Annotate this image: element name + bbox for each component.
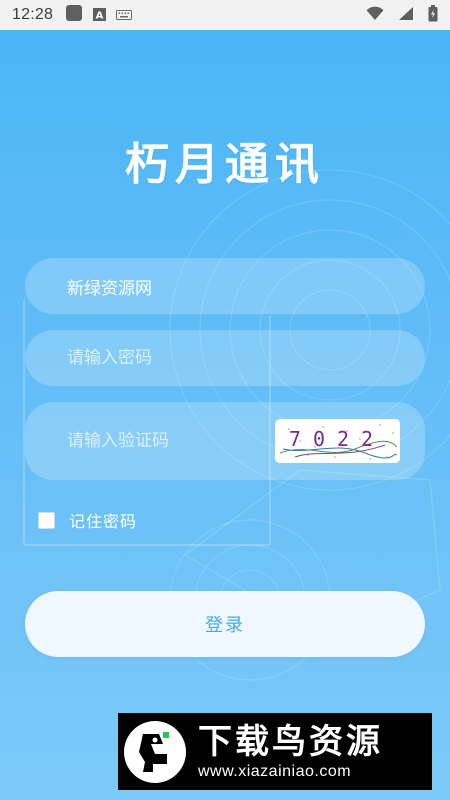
- username-field[interactable]: [25, 258, 425, 314]
- watermark-title: 下载鸟资源: [198, 721, 383, 762]
- username-input[interactable]: [67, 276, 425, 296]
- status-bar: 12:28 A: [0, 0, 450, 30]
- login-button[interactable]: 登录: [25, 591, 425, 657]
- svg-text:A: A: [96, 10, 104, 21]
- signal-icon: [398, 6, 414, 25]
- status-time: 12:28: [12, 6, 54, 23]
- captcha-field[interactable]: 7022: [25, 402, 425, 480]
- captcha-input[interactable]: [67, 431, 267, 451]
- watermark-logo-icon: [124, 720, 186, 783]
- wifi-icon: [366, 6, 384, 25]
- watermark-url: www.xiazainiao.com: [198, 762, 352, 780]
- app-title: 朽月通讯: [125, 139, 325, 190]
- password-input[interactable]: [67, 348, 425, 368]
- square-icon: [65, 4, 83, 26]
- watermark-banner: 下载鸟资源 www.xiazainiao.com: [118, 713, 432, 790]
- captcha-image[interactable]: 7022: [275, 419, 400, 463]
- captcha-code: 7022: [289, 427, 385, 451]
- remember-label: 记住密码: [69, 512, 138, 531]
- password-field[interactable]: [25, 330, 425, 386]
- battery-icon: [428, 4, 438, 26]
- keyboard-icon: [116, 6, 133, 25]
- remember-password[interactable]: 记住密码: [38, 508, 137, 532]
- a-icon: A: [93, 6, 107, 25]
- background-decoration: [23, 169, 450, 681]
- remember-checkbox[interactable]: [38, 511, 55, 529]
